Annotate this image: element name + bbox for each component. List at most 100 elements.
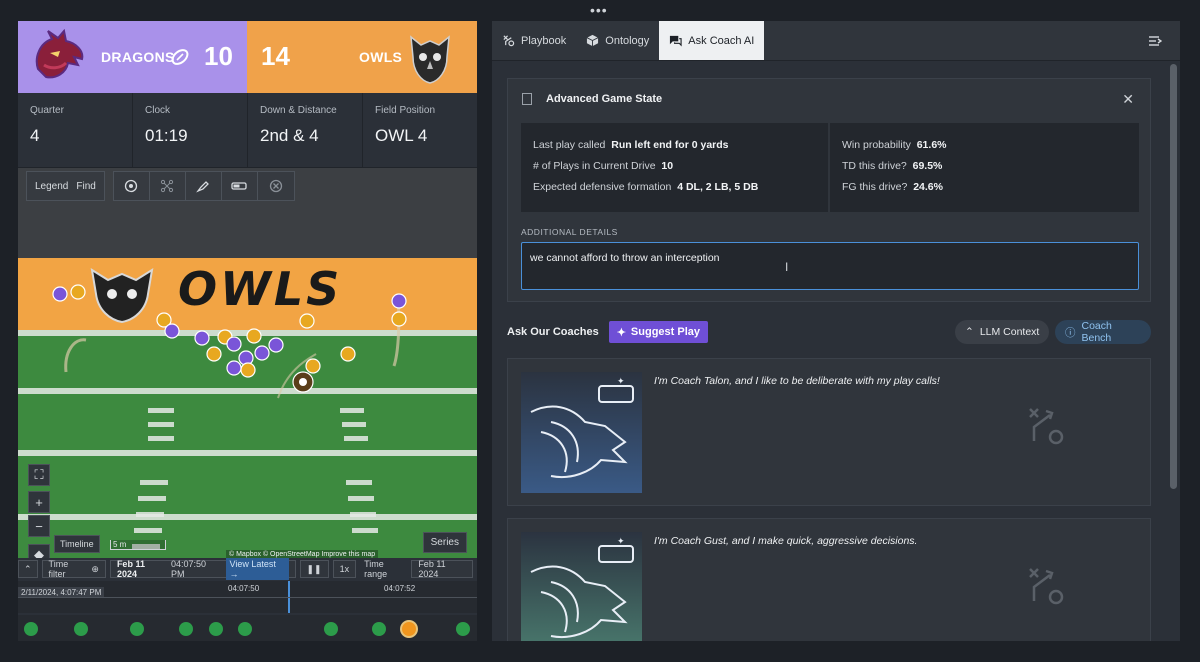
collapse-panel-icon[interactable] [1148,34,1162,48]
additional-details-input[interactable]: we cannot afford to throw an interceptio… [521,242,1139,290]
coach-bench-label: Coach Bench [1081,320,1112,344]
plays-value: 10 [661,160,674,172]
graph-tool-icon[interactable] [150,171,186,201]
tab-ask-coach-ai[interactable]: Ask Coach AI [659,21,765,60]
suggest-play-label: Suggest Play [630,326,700,338]
game-stats-bar: Quarter 4 Clock 01:19 Down & Distance 2n… [18,93,477,168]
game-state-summary: Last play called Run left end for 0 yard… [521,123,1139,212]
expand-timeline-icon[interactable]: ⌃ [18,560,38,578]
svg-text:✦: ✦ [617,537,625,547]
additional-details-text: we cannot afford to throw an interceptio… [530,252,720,264]
td-probability-value: 69.5% [912,160,943,172]
coach-quote: I'm Coach Gust, and I make quick, aggres… [654,535,918,547]
view-latest-button[interactable]: View Latest → [225,558,289,580]
stat-value: 01:19 [145,126,188,145]
time-range-date[interactable]: Feb 11 2024 [411,559,473,579]
stat-value: 2nd & 4 [260,126,319,145]
clear-tool-icon[interactable] [258,171,294,201]
map-tools-group [112,171,295,201]
suggest-play-button[interactable]: ✦ Suggest Play [608,321,708,343]
fg-probability-label: FG this drive? [842,181,908,193]
additional-details-label: ADDITIONAL DETAILS [521,227,618,237]
probabilities: Win probability 61.6% TD this drive? 69.… [830,123,959,212]
coach-card-talon[interactable]: ✦ I'm Coach Talon, and I like to be deli… [507,358,1151,506]
current-time-display[interactable]: Feb 11 2024 04:07:50 PM View Latest → [109,558,296,580]
legend-find-group: Legend Find [26,171,105,201]
timeline-toggle[interactable]: Timeline [54,535,100,553]
coach-talon-avatar: ✦ [521,372,642,493]
td-probability-label: TD this drive? [842,160,907,172]
play-event-marker[interactable] [456,622,470,636]
panel-scrollbar[interactable] [1170,64,1177,489]
playback-speed[interactable]: 1x [332,560,357,578]
sparkle-icon: ✦ [616,326,626,339]
coach-gust-avatar: ✦ [521,532,642,641]
coaches-title: Ask Our Coaches [507,326,599,338]
away-team-score: 14 [261,41,290,71]
fit-bounds-icon[interactable]: ⛶ [28,464,50,486]
play-event-marker[interactable] [372,622,386,636]
home-team-name: DRAGONS [101,49,175,65]
zoom-in-icon[interactable]: + [28,491,50,513]
dragon-illustration: ✦ [530,377,634,478]
add-filter-icon[interactable]: ⊕ [91,564,99,575]
play-event-marker[interactable] [24,622,38,636]
cube-icon [586,34,599,47]
llm-context-label: LLM Context [979,326,1040,338]
formation-value: 4 DL, 2 LB, 5 DB [677,181,759,193]
target-tool-icon[interactable] [114,171,150,201]
chat-icon [670,35,682,47]
drive-info: Last play called Run left end for 0 yard… [521,123,830,212]
timeline-bar: ⌃ Time filter ⊕ Feb 11 2024 04:07:50 PM … [18,558,477,580]
tab-ontology[interactable]: Ontology [576,21,659,60]
field-map[interactable]: Legend Find OWLS ⛶ + − ◆ Timeline 5 m Se… [18,168,477,562]
play-event-marker[interactable] [74,622,88,636]
play-event-marker[interactable] [324,622,338,636]
active-play-event-marker[interactable] [402,622,416,636]
football-field: OWLS [18,258,477,562]
home-team-score: 10 [204,41,233,71]
playbook-icon [503,35,515,47]
stat-clock: Clock 01:19 [133,93,248,167]
stat-label: Down & Distance [260,105,337,116]
coach-card-gust[interactable]: ✦ I'm Coach Gust, and I make quick, aggr… [507,518,1151,641]
play-event-marker[interactable] [238,622,252,636]
llm-context-button[interactable]: ⌃ LLM Context [955,320,1050,344]
play-event-marker[interactable] [209,622,223,636]
owls-logo [410,35,450,84]
legend-button[interactable]: Legend [27,181,76,192]
plays-label: # of Plays in Current Drive [533,160,656,172]
possession-football-icon [171,49,189,65]
time-filter-button[interactable]: Time filter ⊕ [41,559,106,579]
dragon-illustration: ✦ [530,537,634,638]
timeline-ruler[interactable]: 2/11/2024, 4:07:47 PM 04:07:50 04:07:52 [18,581,477,613]
last-play-label: Last play called [533,139,606,151]
close-icon[interactable]: ✕ [1122,91,1134,108]
play-diagram-icon [1029,408,1064,445]
game-state-header: Advanced Game State [508,79,1150,119]
tab-bar: Playbook Ontology Ask Coach AI [492,21,1180,61]
stat-value: OWL 4 [375,126,428,145]
fg-probability-value: 24.6% [913,181,943,193]
play-diagram-icon [1029,568,1064,605]
play-event-marker[interactable] [179,622,193,636]
last-play-value: Run left end for 0 yards [611,139,729,151]
draw-tool-icon[interactable] [186,171,222,201]
tab-playbook[interactable]: Playbook [492,21,576,60]
zoom-out-icon[interactable]: − [28,515,50,537]
formation-label: Expected defensive formation [533,181,672,193]
game-panel: DRAGONS 10 14 OWLS Quarter 4 Clock 01:19 [18,21,477,641]
window-menu-dots[interactable]: ••• [590,3,608,17]
series-toggle[interactable]: Series [422,532,467,553]
toggle-tool-icon[interactable] [222,171,258,201]
stat-field-position: Field Position OWL 4 [363,93,477,167]
scoreboard: DRAGONS 10 14 OWLS [18,21,477,93]
find-button[interactable]: Find [76,181,103,192]
coach-ai-panel: Playbook Ontology Ask Coach AI Advanced … [492,21,1180,641]
stat-value: 4 [30,126,40,145]
stat-quarter: Quarter 4 [18,93,133,167]
play-event-marker[interactable] [130,622,144,636]
coach-bench-button[interactable]: ⓘ Coach Bench [1055,320,1151,344]
document-icon [522,93,532,105]
pause-button[interactable]: ❚❚ [299,560,329,578]
